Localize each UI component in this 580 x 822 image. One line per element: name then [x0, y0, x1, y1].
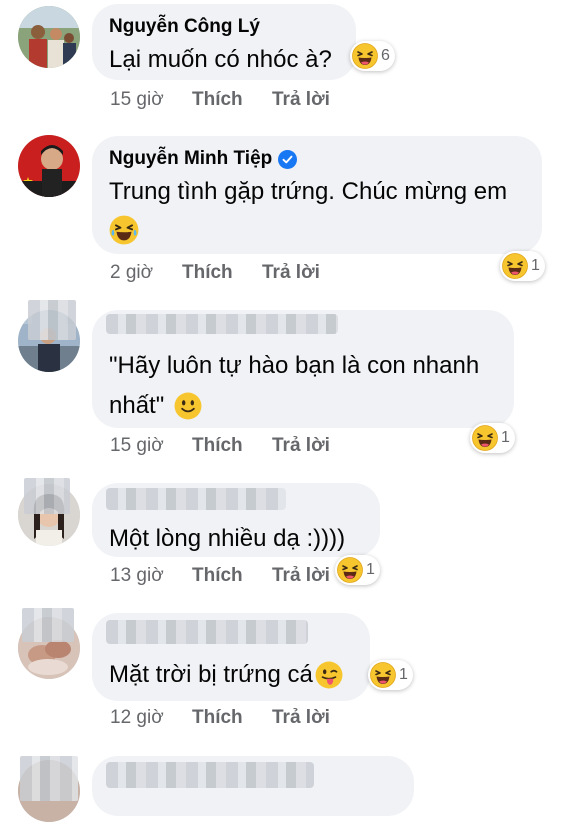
reaction-badge[interactable]: 1 — [500, 251, 545, 281]
redacted-author-name — [106, 488, 286, 510]
haha-emoji-icon — [337, 557, 363, 583]
reaction-badge[interactable]: 1 — [368, 660, 413, 690]
redacted-avatar-strip — [28, 300, 76, 340]
reaction-count: 1 — [366, 561, 375, 578]
reaction-count: 1 — [501, 429, 510, 446]
laughing-tears-emoji-icon — [109, 215, 139, 245]
comment-actions: 15 giờ Thích Trả lời — [110, 89, 330, 111]
redacted-avatar-strip — [22, 608, 74, 642]
redacted-author-name — [106, 620, 308, 644]
comment-text: Lại muốn có nhóc à? — [109, 46, 332, 73]
comment-text-line-2-text: nhất" — [109, 392, 165, 419]
reaction-badge[interactable]: 6 — [350, 41, 395, 71]
comment-actions: 15 giờ Thích Trả lời — [110, 435, 330, 457]
comment-actions: 13 giờ Thích Trả lời — [110, 565, 330, 587]
comment-text: Một lòng nhiều dạ :)))) — [109, 525, 346, 552]
verified-badge-icon — [278, 149, 298, 169]
like-button[interactable]: Thích — [192, 565, 272, 587]
comment-time[interactable]: 13 giờ — [110, 565, 192, 587]
comment-actions: 2 giờ Thích Trả lời — [110, 262, 320, 284]
redacted-avatar-strip — [24, 478, 70, 514]
reaction-count: 1 — [531, 257, 540, 274]
comment-bubble: Nguyễn Minh Tiệp Trung tình gặp trứng. C… — [92, 136, 542, 254]
comment-author[interactable]: Nguyễn Công Lý — [109, 14, 338, 40]
comment-author[interactable]: Nguyễn Minh Tiệp — [109, 146, 524, 172]
reply-button[interactable]: Trả lời — [262, 262, 320, 284]
reply-button[interactable]: Trả lời — [272, 435, 330, 457]
comment-text-content: Mặt trời bị trứng cá — [109, 661, 313, 688]
haha-emoji-icon — [472, 425, 498, 451]
tongue-out-emoji-icon — [315, 661, 343, 689]
redacted-avatar-strip — [20, 756, 78, 801]
haha-emoji-icon — [502, 253, 528, 279]
like-button[interactable]: Thích — [192, 435, 272, 457]
reaction-badge[interactable]: 1 — [470, 423, 515, 453]
haha-emoji-icon — [352, 43, 378, 69]
like-button[interactable]: Thích — [192, 89, 272, 111]
reaction-badge[interactable]: 1 — [335, 555, 380, 585]
comment-bubble: Nguyễn Công Lý Lại muốn có nhóc à? — [92, 4, 356, 80]
redacted-author-name — [106, 762, 314, 788]
reaction-count: 6 — [381, 47, 390, 64]
comment-time[interactable]: 2 giờ — [110, 262, 182, 284]
comment-time[interactable]: 15 giờ — [110, 89, 192, 111]
reply-button[interactable]: Trả lời — [272, 89, 330, 111]
avatar[interactable] — [18, 135, 80, 197]
comment-actions: 12 giờ Thích Trả lời — [110, 707, 330, 729]
haha-emoji-icon — [370, 662, 396, 688]
comment-text: Mặt trời bị trứng cá — [109, 655, 352, 695]
comment-text: Trung tình gặp trứng. Chúc mừng em — [109, 178, 508, 205]
like-button[interactable]: Thích — [182, 262, 262, 284]
author-name[interactable]: Nguyễn Minh Tiệp — [109, 148, 272, 170]
redacted-author-name — [106, 314, 338, 334]
like-button[interactable]: Thích — [192, 707, 272, 729]
comment-text-line-2: nhất" — [109, 386, 496, 426]
reply-button[interactable]: Trả lời — [272, 707, 330, 729]
comment-text-line-1: "Hãy luôn tự hào bạn là con nhanh — [109, 352, 480, 379]
reaction-count: 1 — [399, 666, 408, 683]
slightly-smiling-emoji-icon — [174, 392, 202, 420]
avatar[interactable] — [18, 6, 80, 68]
reply-button[interactable]: Trả lời — [272, 565, 330, 587]
comment-time[interactable]: 15 giờ — [110, 435, 192, 457]
comment-time[interactable]: 12 giờ — [110, 707, 192, 729]
